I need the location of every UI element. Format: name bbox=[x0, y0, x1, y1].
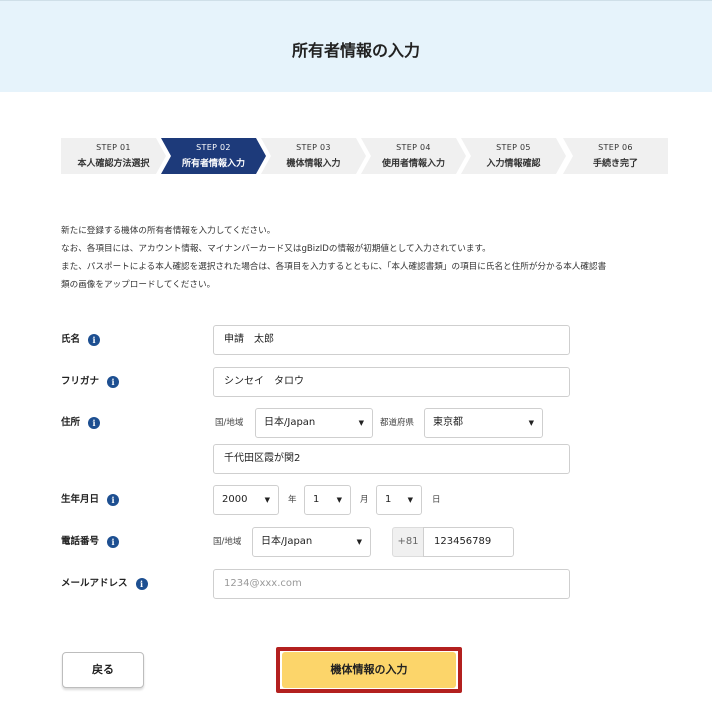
birth-year-value: 2000 bbox=[222, 494, 248, 505]
step-name: 本人確認方法選択 bbox=[77, 159, 150, 169]
email-label-row: メールアドレス i bbox=[61, 576, 148, 592]
birthdate-label-row: 生年月日 i bbox=[61, 492, 120, 508]
address-label-row: 住所 i bbox=[61, 415, 101, 431]
step-6: STEP 06 手続き完了 bbox=[563, 138, 668, 174]
email-label: メールアドレス bbox=[61, 578, 128, 589]
step-3: STEP 03 機体情報入力 bbox=[261, 138, 366, 174]
name-label: 氏名 bbox=[61, 334, 81, 345]
phone-country-label: 国/地域 bbox=[213, 537, 242, 547]
next-machine-info-button[interactable]: 機体情報の入力 bbox=[282, 652, 456, 688]
page-header: 所有者情報の入力 bbox=[0, 0, 712, 92]
info-icon[interactable]: i bbox=[88, 417, 101, 429]
intro-line: 類の画像をアップロードしてください。 bbox=[61, 280, 216, 290]
chevron-down-icon: ▼ bbox=[407, 496, 413, 504]
step-number: STEP 05 bbox=[496, 143, 531, 152]
step-name: 機体情報入力 bbox=[286, 159, 341, 169]
address-prefecture-value: 東京都 bbox=[433, 417, 463, 428]
address-prefecture-select[interactable]: 東京都 ▼ bbox=[424, 408, 543, 438]
address-country-value: 日本/Japan bbox=[264, 417, 316, 428]
step-number: STEP 03 bbox=[296, 143, 331, 152]
phone-label-row: 電話番号 i bbox=[61, 534, 120, 550]
address-prefecture-label: 都道府県 bbox=[380, 418, 415, 428]
info-icon[interactable]: i bbox=[135, 578, 148, 590]
chevron-down-icon: ▼ bbox=[358, 419, 364, 427]
step-5: STEP 05 入力情報確認 bbox=[461, 138, 566, 174]
step-number: STEP 02 bbox=[196, 143, 231, 152]
furigana-input[interactable]: シンセイ タロウ bbox=[213, 367, 570, 397]
step-1: STEP 01 本人確認方法選択 bbox=[61, 138, 166, 174]
step-name: 手続き完了 bbox=[592, 159, 638, 169]
intro-line: 新たに登録する機体の所有者情報を入力してください。 bbox=[61, 226, 276, 236]
step-4: STEP 04 使用者情報入力 bbox=[361, 138, 466, 174]
page-title: 所有者情報の入力 bbox=[291, 41, 420, 60]
email-input[interactable]: 1234@xxx.com bbox=[213, 569, 570, 599]
step-name: 使用者情報入力 bbox=[381, 159, 445, 169]
birth-year-select[interactable]: 2000 ▼ bbox=[213, 485, 279, 515]
day-unit: 日 bbox=[432, 495, 441, 505]
year-unit: 年 bbox=[288, 495, 297, 505]
birth-day-select[interactable]: 1 ▼ bbox=[376, 485, 422, 515]
intro-text: 新たに登録する機体の所有者情報を入力してください。 なお、各項目には、アカウント… bbox=[61, 222, 681, 294]
chevron-down-icon: ▼ bbox=[356, 538, 362, 546]
birth-month-value: 1 bbox=[313, 494, 320, 505]
step-progress-bar: STEP 01 本人確認方法選択 STEP 02 所有者情報入力 STEP 03… bbox=[61, 138, 668, 174]
name-input[interactable]: 申請 太郎 bbox=[213, 325, 570, 355]
chevron-down-icon: ▼ bbox=[528, 419, 534, 427]
birth-month-select[interactable]: 1 ▼ bbox=[304, 485, 351, 515]
chevron-down-icon: ▼ bbox=[336, 496, 342, 504]
step-number: STEP 04 bbox=[396, 143, 431, 152]
back-button[interactable]: 戻る bbox=[62, 652, 144, 688]
name-label-row: 氏名 i bbox=[61, 332, 101, 348]
phone-country-select[interactable]: 日本/Japan ▼ bbox=[252, 527, 371, 557]
intro-line: なお、各項目には、アカウント情報、マイナンバーカード又はgBizIDの情報が初期… bbox=[61, 244, 491, 254]
info-icon[interactable]: i bbox=[107, 494, 120, 506]
phone-country-value: 日本/Japan bbox=[261, 536, 313, 547]
step-name: 所有者情報入力 bbox=[181, 159, 245, 169]
phone-number-input[interactable]: 123456789 bbox=[423, 527, 514, 557]
step-number: STEP 01 bbox=[96, 143, 131, 152]
address-country-select[interactable]: 日本/Japan ▼ bbox=[255, 408, 373, 438]
intro-line: また、パスポートによる本人確認を選択された場合は、各項目を入力するとともに、「本… bbox=[61, 262, 607, 272]
chevron-down-icon: ▼ bbox=[264, 496, 270, 504]
step-number: STEP 06 bbox=[598, 143, 633, 152]
info-icon[interactable]: i bbox=[107, 536, 120, 548]
address-street-input[interactable]: 千代田区霞が関2 bbox=[213, 444, 570, 474]
phone-country-code: +81 bbox=[392, 527, 424, 557]
furigana-label-row: フリガナ i bbox=[61, 374, 120, 390]
furigana-label: フリガナ bbox=[61, 376, 100, 387]
month-unit: 月 bbox=[360, 495, 369, 505]
birthdate-label: 生年月日 bbox=[61, 494, 100, 505]
step-name: 入力情報確認 bbox=[486, 159, 541, 169]
address-label: 住所 bbox=[61, 417, 81, 428]
info-icon[interactable]: i bbox=[88, 334, 101, 346]
phone-label: 電話番号 bbox=[61, 536, 100, 547]
step-2-active: STEP 02 所有者情報入力 bbox=[161, 138, 266, 174]
info-icon[interactable]: i bbox=[107, 376, 120, 388]
birth-day-value: 1 bbox=[385, 494, 392, 505]
address-country-label: 国/地域 bbox=[215, 418, 244, 428]
